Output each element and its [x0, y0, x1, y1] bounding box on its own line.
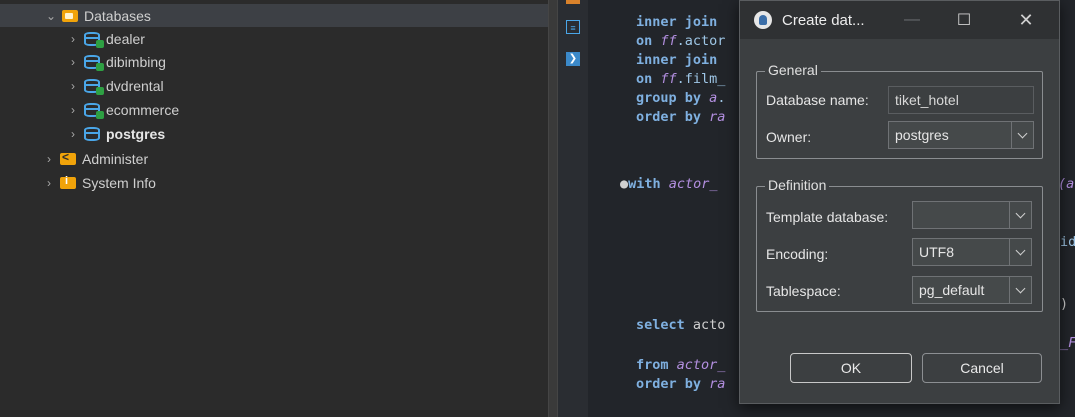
- chevron-right-icon[interactable]: ›: [66, 103, 80, 117]
- code-line: inner join: [636, 14, 718, 30]
- cancel-button[interactable]: Cancel: [922, 353, 1042, 383]
- code-line: ●with actor_: [620, 176, 718, 192]
- terminal-icon[interactable]: ❯: [566, 52, 580, 66]
- postgres-elephant-icon: [754, 11, 772, 29]
- chevron-down-icon[interactable]: [1011, 122, 1033, 148]
- group-label: Definition: [765, 177, 830, 193]
- chevron-right-icon[interactable]: ›: [66, 32, 80, 46]
- tree-item-dealer[interactable]: › dealer: [66, 27, 145, 50]
- chevron-down-icon[interactable]: [1009, 239, 1031, 265]
- info-icon: [60, 175, 76, 189]
- tree-item-label: Databases: [84, 7, 151, 24]
- chevron-right-icon[interactable]: ›: [42, 152, 56, 166]
- code-fragment: ): [1060, 296, 1069, 312]
- general-group: General Database name: tiket_hotel Owner…: [756, 62, 1043, 159]
- dialog-title: Create dat...: [782, 11, 865, 29]
- encoding-select[interactable]: UTF8: [912, 238, 1032, 266]
- chevron-right-icon[interactable]: ›: [42, 176, 56, 190]
- chevron-right-icon[interactable]: ›: [66, 127, 80, 141]
- owner-select[interactable]: postgres: [888, 121, 1034, 149]
- group-label: General: [765, 62, 821, 78]
- owner-label: Owner:: [766, 129, 812, 145]
- database-name-label: Database name:: [766, 92, 869, 108]
- maximize-button[interactable]: ☐: [942, 1, 986, 39]
- tree-item-label: ecommerce: [106, 101, 180, 118]
- database-icon: [84, 78, 104, 95]
- tablespace-label: Tablespace:: [766, 283, 841, 299]
- chevron-down-icon[interactable]: [1009, 202, 1031, 228]
- encoding-label: Encoding:: [766, 246, 829, 262]
- database-icon: [84, 102, 104, 119]
- code-line: order by ra: [636, 109, 726, 125]
- editor-gutter: ≡ ❯: [558, 0, 588, 417]
- create-database-dialog: Create dat... — ☐ ✕ General Database nam…: [739, 0, 1060, 404]
- code-fragment: (a: [1058, 176, 1075, 192]
- tablespace-select[interactable]: pg_default: [912, 276, 1032, 304]
- chevron-down-icon[interactable]: ⌄: [44, 9, 58, 23]
- minimize-button[interactable]: —: [890, 1, 934, 39]
- panel-splitter[interactable]: [548, 0, 558, 417]
- tree-item-label: Administer: [82, 150, 149, 167]
- code-line: inner join: [636, 52, 718, 68]
- template-database-select[interactable]: [912, 201, 1032, 229]
- tree-item-ecommerce[interactable]: › ecommerce: [66, 98, 179, 121]
- tree-item-dibimbing[interactable]: › dibimbing: [66, 50, 166, 73]
- editor-toolbar-icon[interactable]: [566, 0, 580, 4]
- code-fragment: _F: [1060, 335, 1075, 351]
- tree-item-databases[interactable]: ⌄ Databases: [0, 4, 548, 27]
- code-line: on ff.actor: [636, 33, 726, 49]
- administer-icon: [60, 150, 76, 165]
- dialog-titlebar[interactable]: Create dat... — ☐ ✕: [740, 1, 1059, 39]
- tree-item-label: dibimbing: [106, 53, 166, 70]
- tree-item-system-info[interactable]: › System Info: [42, 171, 156, 194]
- close-button[interactable]: ✕: [1004, 1, 1048, 39]
- folder-icon: [62, 9, 78, 22]
- database-icon: [84, 31, 104, 48]
- tree-item-dvdrental[interactable]: › dvdrental: [66, 74, 164, 97]
- tree-item-label: System Info: [82, 174, 156, 191]
- chevron-right-icon[interactable]: ›: [66, 79, 80, 93]
- tree-item-label: dvdrental: [106, 77, 164, 94]
- code-fragment: id: [1060, 234, 1075, 250]
- code-line: group by a.: [636, 90, 726, 106]
- database-name-field[interactable]: tiket_hotel: [888, 86, 1034, 114]
- chevron-down-icon[interactable]: [1009, 277, 1031, 303]
- database-icon: [84, 54, 104, 71]
- database-icon: [84, 126, 100, 141]
- code-line: on ff.film_: [636, 71, 726, 87]
- tree-item-administer[interactable]: › Administer: [42, 147, 148, 170]
- template-database-label: Template database:: [766, 209, 889, 225]
- tree-item-postgres[interactable]: › postgres: [66, 122, 165, 145]
- ok-button[interactable]: OK: [790, 353, 912, 383]
- chevron-right-icon[interactable]: ›: [66, 55, 80, 69]
- definition-group: Definition Template database: Encoding: …: [756, 177, 1043, 312]
- tree-item-label: postgres: [106, 125, 166, 142]
- navigator-tree: ⌄ Databases › dealer › dibimbing › dvdre…: [0, 0, 548, 417]
- script-icon[interactable]: ≡: [566, 20, 580, 34]
- fold-marker-icon[interactable]: ●: [620, 176, 628, 192]
- code-line: order by ra: [636, 376, 726, 392]
- tree-item-label: dealer: [106, 30, 145, 47]
- code-line: from actor_: [636, 357, 726, 373]
- code-line: select acto: [636, 317, 726, 333]
